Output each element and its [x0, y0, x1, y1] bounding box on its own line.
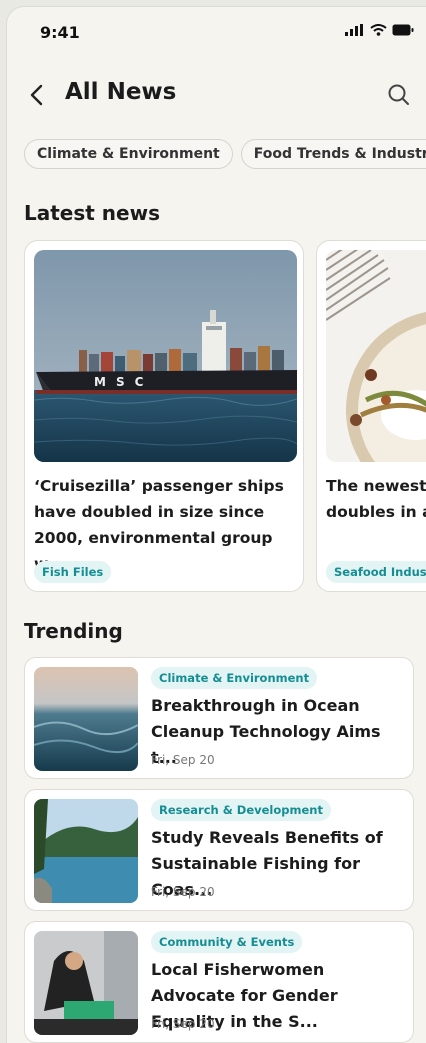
ship-image: MSC — [34, 250, 297, 462]
status-icons — [345, 24, 414, 36]
phone-screen: 9:41 All News Climate & Environment Food… — [6, 6, 426, 1043]
status-bar: 9:41 — [7, 7, 426, 57]
trending-item[interactable]: Community & Events Local Fisherwomen Adv… — [24, 921, 414, 1043]
fisherwoman-thumbnail — [34, 931, 138, 1035]
news-headline: The newest doubles in a — [326, 477, 426, 521]
wifi-icon — [370, 24, 387, 36]
news-card[interactable]: MSC ‘Cruisezilla’ passenger ships have d… — [24, 240, 304, 592]
chip-food-trends[interactable]: Food Trends & Industry — [240, 139, 426, 169]
trending-tag[interactable]: Climate & Environment — [151, 667, 318, 689]
latest-news-heading: Latest news — [24, 201, 160, 225]
trending-date: Fri, Sep 20 — [151, 1017, 215, 1031]
trending-date: Fri, Sep 20 — [151, 885, 215, 899]
food-image — [326, 250, 426, 462]
top-bar: All News — [7, 77, 426, 117]
ship-logo-text: MSC — [94, 375, 153, 389]
trending-tag[interactable]: Research & Development — [151, 799, 331, 821]
trending-date: Fri, Sep 20 — [151, 753, 215, 767]
news-card[interactable]: The newest doubles in a Seafood Indust — [316, 240, 426, 592]
trending-item[interactable]: Climate & Environment Breakthrough in Oc… — [24, 657, 414, 779]
chip-climate[interactable]: Climate & Environment — [24, 139, 233, 169]
news-tag[interactable]: Fish Files — [34, 561, 112, 583]
trending-item[interactable]: Research & Development Study Reveals Ben… — [24, 789, 414, 911]
back-arrow-icon[interactable] — [27, 81, 47, 109]
signal-icon — [345, 24, 363, 36]
ocean-thumbnail — [34, 667, 138, 771]
status-time: 9:41 — [40, 23, 80, 42]
search-icon[interactable] — [386, 82, 412, 108]
trending-tag[interactable]: Community & Events — [151, 931, 303, 953]
battery-icon — [392, 24, 414, 36]
page-title: All News — [65, 79, 177, 105]
news-tag[interactable]: Seafood Indust — [326, 561, 426, 583]
trending-heading: Trending — [24, 619, 123, 643]
lake-thumbnail — [34, 799, 138, 903]
category-chips: Climate & Environment Food Trends & Indu… — [24, 139, 426, 169]
